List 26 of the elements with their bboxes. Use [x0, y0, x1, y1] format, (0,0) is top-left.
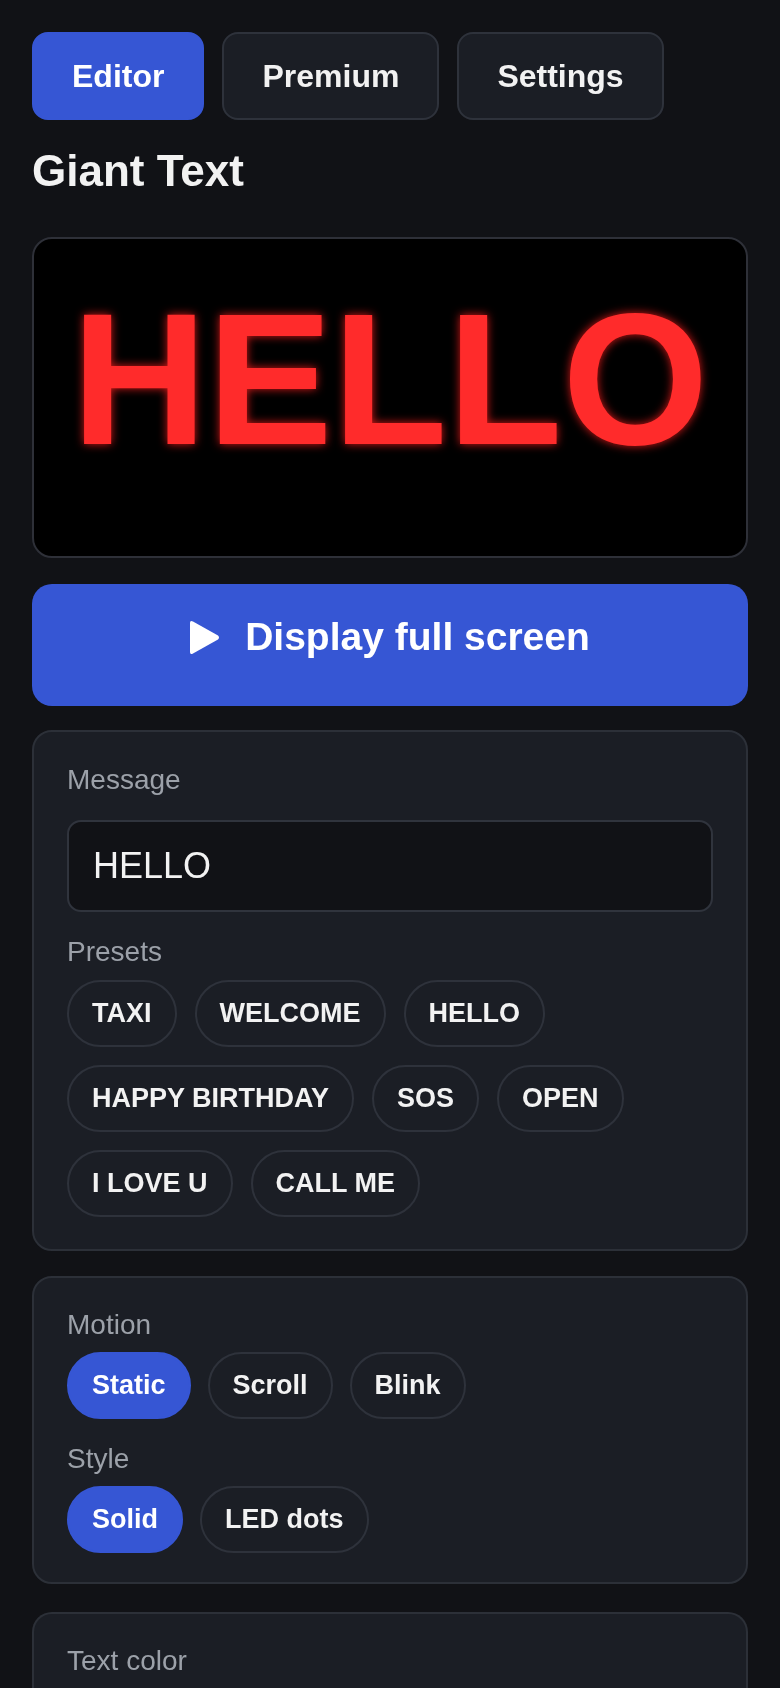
message-label: Message: [67, 763, 181, 797]
page-title: Giant Text: [32, 145, 244, 197]
preset-chip[interactable]: CALL ME: [250, 1150, 420, 1217]
tab[interactable]: Editor: [32, 32, 205, 120]
preset-chip[interactable]: HAPPY BIRTHDAY: [67, 1065, 355, 1132]
preview-text: HELLO: [71, 284, 709, 473]
presets-label: Presets: [67, 935, 162, 969]
tab[interactable]: Settings: [457, 32, 664, 120]
text-color-label: Text color: [67, 1644, 187, 1678]
preset-chip[interactable]: I LOVE U: [67, 1150, 233, 1217]
display-fullscreen-button[interactable]: Display full screen: [32, 584, 748, 706]
preset-chip[interactable]: TAXI: [67, 980, 177, 1047]
preset-chip[interactable]: SOS: [372, 1065, 480, 1132]
style-label: Style: [67, 1442, 130, 1476]
motion-label: Motion: [67, 1308, 152, 1342]
play-icon: [190, 619, 221, 655]
option-chip[interactable]: Scroll: [207, 1352, 333, 1419]
tab[interactable]: Premium: [222, 32, 440, 120]
option-chip[interactable]: Blink: [349, 1352, 466, 1419]
message-input[interactable]: HELLO: [67, 820, 713, 912]
preset-chip[interactable]: HELLO: [403, 980, 545, 1047]
option-chip[interactable]: Static: [67, 1352, 191, 1419]
option-chip[interactable]: Solid: [67, 1486, 183, 1553]
preset-chip[interactable]: WELCOME: [194, 980, 386, 1047]
preset-chip[interactable]: OPEN: [497, 1065, 624, 1132]
option-chip[interactable]: LED dots: [200, 1486, 369, 1553]
